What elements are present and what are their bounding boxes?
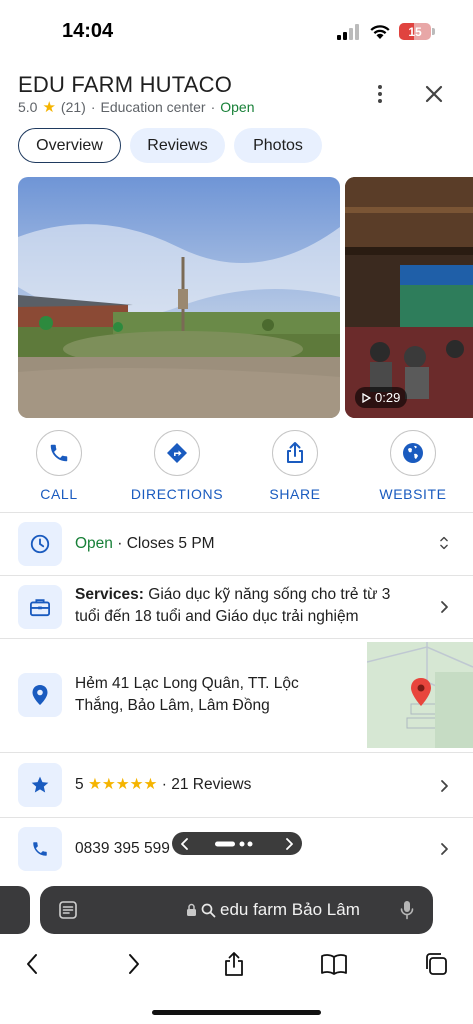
hours-open-status: Open xyxy=(75,535,113,552)
place-meta: 5.0 ★ (21) · Education center · Open xyxy=(18,98,255,116)
share-button[interactable]: SHARE xyxy=(235,430,355,502)
open-status: Open xyxy=(220,99,255,115)
place-tabs: Overview Reviews Photos xyxy=(18,128,322,163)
battery-level: 15 xyxy=(408,24,422,39)
address-line1: Hẻm 41 Lạc Long Quân, TT. Lộc xyxy=(75,675,299,692)
address-text: edu farm Bảo Lâm xyxy=(220,900,360,919)
rating-separator: · xyxy=(161,776,167,793)
rating-reviews: 21 Reviews xyxy=(171,776,252,793)
mini-map[interactable] xyxy=(367,642,473,748)
hours-separator: · xyxy=(117,535,123,552)
chevron-right-icon[interactable] xyxy=(284,837,294,850)
hours-closes: Closes 5 PM xyxy=(126,535,215,552)
location-pin-icon xyxy=(32,685,48,705)
call-button[interactable]: CALL xyxy=(0,430,119,502)
directions-icon xyxy=(167,443,187,463)
place-title: EDU FARM HUTACO xyxy=(18,72,233,97)
microphone-icon[interactable] xyxy=(400,900,414,920)
meta-separator: · xyxy=(210,99,216,115)
place-category: Education center xyxy=(100,99,206,115)
status-bar: 14:04 15 xyxy=(0,0,473,62)
tab-overview[interactable]: Overview xyxy=(18,128,121,163)
services-line1: Giáo dục kỹ năng sống cho trẻ từ 3 xyxy=(148,586,391,603)
services-line2: tuổi đến 18 tuổi and Giáo dục trải nghiệ… xyxy=(75,608,359,625)
video-duration-badge: 0:29 xyxy=(355,387,408,408)
clock-icon xyxy=(30,534,50,554)
briefcase-icon xyxy=(30,599,50,617)
play-icon xyxy=(362,392,371,403)
event-photo xyxy=(345,177,473,418)
reader-icon[interactable] xyxy=(58,900,78,920)
tab-photos[interactable]: Photos xyxy=(234,128,322,163)
phone-icon xyxy=(50,444,68,462)
globe-icon xyxy=(403,443,423,463)
status-icons: 15 xyxy=(337,23,435,40)
photo-main[interactable] xyxy=(18,177,340,418)
phone-icon xyxy=(33,842,47,856)
chevron-right-icon xyxy=(441,780,448,792)
page-scroll-pill[interactable] xyxy=(172,832,302,855)
map-preview xyxy=(367,642,473,748)
rating-score: 5 xyxy=(75,776,84,793)
previous-tab-peek[interactable] xyxy=(0,886,30,934)
services-icon-box xyxy=(18,585,62,629)
more-options-button[interactable] xyxy=(368,80,392,108)
bookmarks-button[interactable] xyxy=(320,950,348,978)
wifi-icon xyxy=(370,24,390,39)
phone-number: 0839 395 599 xyxy=(75,840,170,857)
address-bar[interactable]: edu farm Bảo Lâm xyxy=(40,886,433,934)
video-thumbnail[interactable]: 0:29 xyxy=(345,177,473,418)
forward-button[interactable] xyxy=(120,950,148,978)
close-icon xyxy=(425,85,443,103)
back-button[interactable] xyxy=(18,950,46,978)
directions-button[interactable]: DIRECTIONS xyxy=(117,430,237,502)
share-icon xyxy=(287,442,303,463)
directions-label: DIRECTIONS xyxy=(130,486,224,502)
services-label: Services: xyxy=(75,586,144,603)
search-icon xyxy=(201,903,216,917)
share-icon xyxy=(225,952,243,976)
services-row[interactable]: Services: Giáo dục kỹ năng sống cho trẻ … xyxy=(0,576,473,638)
address-icon-box xyxy=(18,673,62,717)
status-time: 14:04 xyxy=(62,20,114,42)
website-button[interactable]: WEBSITE xyxy=(353,430,473,502)
website-label: WEBSITE xyxy=(379,486,447,502)
rating-icon-box xyxy=(18,763,62,807)
browser-toolbar xyxy=(0,944,473,984)
close-button[interactable] xyxy=(420,80,448,108)
chevron-right-icon xyxy=(441,601,448,613)
lock-icon xyxy=(187,903,196,916)
hours-icon-box xyxy=(18,522,62,566)
chevron-right-icon xyxy=(441,843,448,855)
rating-stars: ★★★★★ xyxy=(87,776,158,793)
rating-row[interactable]: 5 ★★★★★ · 21 Reviews xyxy=(0,753,473,817)
more-vert-icon xyxy=(378,85,382,89)
chevron-left-icon[interactable] xyxy=(180,837,190,850)
star-icon xyxy=(31,776,49,793)
call-label: CALL xyxy=(40,486,78,502)
book-icon xyxy=(321,954,347,975)
home-indicator xyxy=(152,1010,321,1015)
video-duration: 0:29 xyxy=(375,390,401,405)
tab-reviews[interactable]: Reviews xyxy=(130,128,225,163)
star-icon: ★ xyxy=(42,99,56,116)
tabs-icon xyxy=(426,953,447,975)
share-label: SHARE xyxy=(269,486,321,502)
expand-icon[interactable] xyxy=(437,536,451,550)
review-count: (21) xyxy=(60,99,86,115)
tabs-button[interactable] xyxy=(422,950,450,978)
farm-photo xyxy=(18,177,340,418)
meta-separator: · xyxy=(90,99,96,115)
battery-icon: 15 xyxy=(399,23,435,40)
action-bar: CALL DIRECTIONS SHARE WEBSITE xyxy=(0,430,473,502)
share-page-button[interactable] xyxy=(220,950,248,978)
chevron-right-icon xyxy=(129,954,139,974)
phone-icon-box xyxy=(18,827,62,871)
address-line2: Thắng, Bảo Lâm, Lâm Đồng xyxy=(75,697,270,714)
chevron-left-icon xyxy=(27,954,37,974)
hours-row[interactable]: Open · Closes 5 PM xyxy=(0,513,473,575)
page-dots-icon xyxy=(215,841,253,846)
rating-value: 5.0 xyxy=(18,99,38,115)
cellular-signal-icon xyxy=(337,23,359,40)
